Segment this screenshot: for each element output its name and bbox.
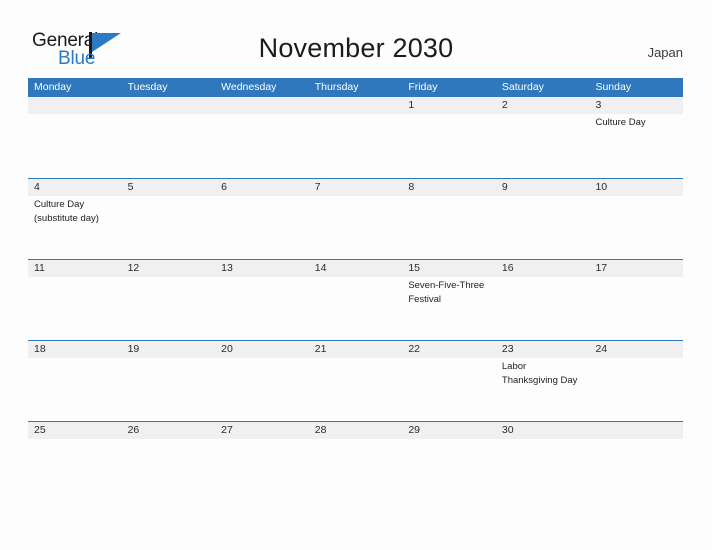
calendar-day-cell[interactable]: 12	[122, 260, 216, 340]
day-number: 21	[314, 343, 327, 355]
calendar-day-cell[interactable]: 22	[402, 341, 496, 421]
day-number: 26	[127, 424, 140, 436]
event-label: Thanksgiving Day	[501, 374, 578, 386]
calendar-week-row: 18 19 20 21 22 23 Labor Thanksgiving Day 24	[28, 340, 683, 421]
day-number: 29	[408, 424, 420, 436]
calendar-day-cell[interactable]: 2	[496, 97, 590, 178]
day-number: 18	[34, 343, 46, 355]
calendar-day-cell[interactable]: 24	[589, 341, 683, 421]
weekday-header-sunday: Sunday	[595, 81, 632, 93]
day-number: 14	[314, 262, 327, 274]
day-events: Seven-Five-Three Festival	[408, 277, 496, 306]
day-number: 30	[501, 424, 514, 436]
calendar-day-cell[interactable]: 17	[589, 260, 683, 340]
event-label: Festival	[408, 293, 442, 305]
day-number: 20	[221, 343, 233, 355]
calendar-day-cell[interactable]: 30	[496, 422, 590, 502]
calendar-week-row: 25 26 27 28 29 30	[28, 421, 683, 502]
calendar-day-cell[interactable]: 14	[309, 260, 403, 340]
calendar-day-cell[interactable]: 29	[402, 422, 496, 502]
event-label: Culture Day	[595, 117, 646, 128]
calendar-day-cell[interactable]: 26	[122, 422, 216, 502]
page-header: General Blue November 2030 Japan	[0, 0, 712, 76]
week-day-cells: 11 12 13 14 15 Seven-Five-Three Festival 16 17	[28, 260, 683, 340]
event-label: Seven-Five-Three	[408, 280, 485, 291]
calendar-day-cell[interactable]: 8	[402, 179, 496, 259]
day-number: 3	[595, 99, 602, 111]
week-day-cells: 25 26 27 28 29 30	[28, 422, 683, 502]
weekday-header-saturday: Saturday	[501, 81, 544, 93]
calendar-day-cell[interactable]: 19	[122, 341, 216, 421]
calendar-day-cell[interactable]: 9	[496, 179, 590, 259]
weekday-header-monday: Monday	[34, 81, 72, 93]
day-events: Culture Day	[595, 114, 683, 130]
day-number: 15	[408, 262, 420, 274]
calendar-day-cell[interactable]: 5	[122, 179, 216, 259]
day-number: 13	[221, 262, 233, 274]
calendar-day-cell-empty	[589, 422, 683, 502]
calendar-day-cell[interactable]: 3 Culture Day	[589, 97, 683, 178]
day-number: 16	[501, 262, 514, 274]
day-number: 2	[501, 99, 508, 111]
calendar-weeks: 1 2 3 Culture Day 4 Culture Day (substitute da…	[28, 97, 683, 502]
week-day-cells: 4 Culture Day (substitute day) 5 6 7 8 9 10	[28, 179, 683, 259]
day-number: 12	[127, 262, 140, 274]
calendar-week-row: 11 12 13 14 15 Seven-Five-Three Festival 16 17	[28, 259, 683, 340]
weekday-header-row: Monday Tuesday Wednesday Thursday Friday Satu…	[28, 78, 683, 97]
calendar-day-cell-empty	[309, 97, 403, 178]
page-title: November 2030	[258, 33, 454, 63]
country-label: Japan	[647, 45, 683, 60]
day-number: 8	[408, 181, 415, 193]
day-number: 5	[127, 181, 134, 193]
calendar-day-cell-empty	[122, 97, 216, 178]
day-number: 27	[221, 424, 233, 436]
day-number: 4	[34, 181, 40, 193]
day-events: Labor Thanksgiving Day	[502, 358, 590, 387]
weekday-header-thursday: Thursday	[314, 81, 359, 93]
calendar-day-cell[interactable]: 7	[309, 179, 403, 259]
day-number: 9	[501, 181, 508, 193]
weekday-header-tuesday: Tuesday	[127, 81, 168, 93]
day-number: 24	[595, 343, 608, 355]
day-number: 22	[408, 343, 420, 355]
calendar-day-cell[interactable]: 6	[215, 179, 309, 259]
event-label: (substitute day)	[34, 212, 99, 224]
event-label: Culture Day	[34, 199, 85, 210]
day-number: 1	[408, 99, 415, 111]
calendar-day-cell[interactable]: 20	[215, 341, 309, 421]
calendar-week-row: 4 Culture Day (substitute day) 5 6 7 8 9 10	[28, 178, 683, 259]
calendar-day-cell[interactable]: 13	[215, 260, 309, 340]
weekday-header-friday: Friday	[408, 81, 438, 93]
calendar-grid: Monday Tuesday Wednesday Thursday Friday Satu…	[28, 78, 683, 502]
calendar-day-cell[interactable]: 28	[309, 422, 403, 502]
calendar-week-row: 1 2 3 Culture Day	[28, 97, 683, 178]
day-number: 23	[501, 343, 514, 355]
day-number: 11	[34, 262, 45, 274]
calendar-day-cell[interactable]: 27	[215, 422, 309, 502]
day-number: 19	[127, 343, 140, 355]
calendar-day-cell[interactable]: 4 Culture Day (substitute day)	[28, 179, 122, 259]
day-number: 25	[34, 424, 46, 436]
event-label: Labor	[501, 361, 527, 372]
day-number: 10	[595, 181, 608, 193]
day-events: Culture Day (substitute day)	[34, 196, 122, 225]
day-number: 6	[221, 181, 227, 193]
calendar-day-cell[interactable]: 25	[28, 422, 122, 502]
calendar-day-cell[interactable]: 21	[309, 341, 403, 421]
week-day-cells: 18 19 20 21 22 23 Labor Thanksgiving Day 24	[28, 341, 683, 421]
calendar-day-cell[interactable]: 23 Labor Thanksgiving Day	[496, 341, 590, 421]
day-number: 17	[595, 262, 608, 274]
calendar-day-cell-empty	[215, 97, 309, 178]
calendar-day-cell-empty	[28, 97, 122, 178]
calendar-day-cell[interactable]: 15 Seven-Five-Three Festival	[402, 260, 496, 340]
calendar-day-cell[interactable]: 10	[589, 179, 683, 259]
calendar-day-cell[interactable]: 16	[496, 260, 590, 340]
day-number: 7	[314, 181, 321, 193]
calendar-day-cell[interactable]: 11	[28, 260, 122, 340]
day-number: 28	[314, 424, 327, 436]
calendar-day-cell[interactable]: 1	[402, 97, 496, 178]
weekday-header-wednesday: Wednesday	[221, 81, 277, 93]
week-day-cells: 1 2 3 Culture Day	[28, 97, 683, 178]
calendar-day-cell[interactable]: 18	[28, 341, 122, 421]
